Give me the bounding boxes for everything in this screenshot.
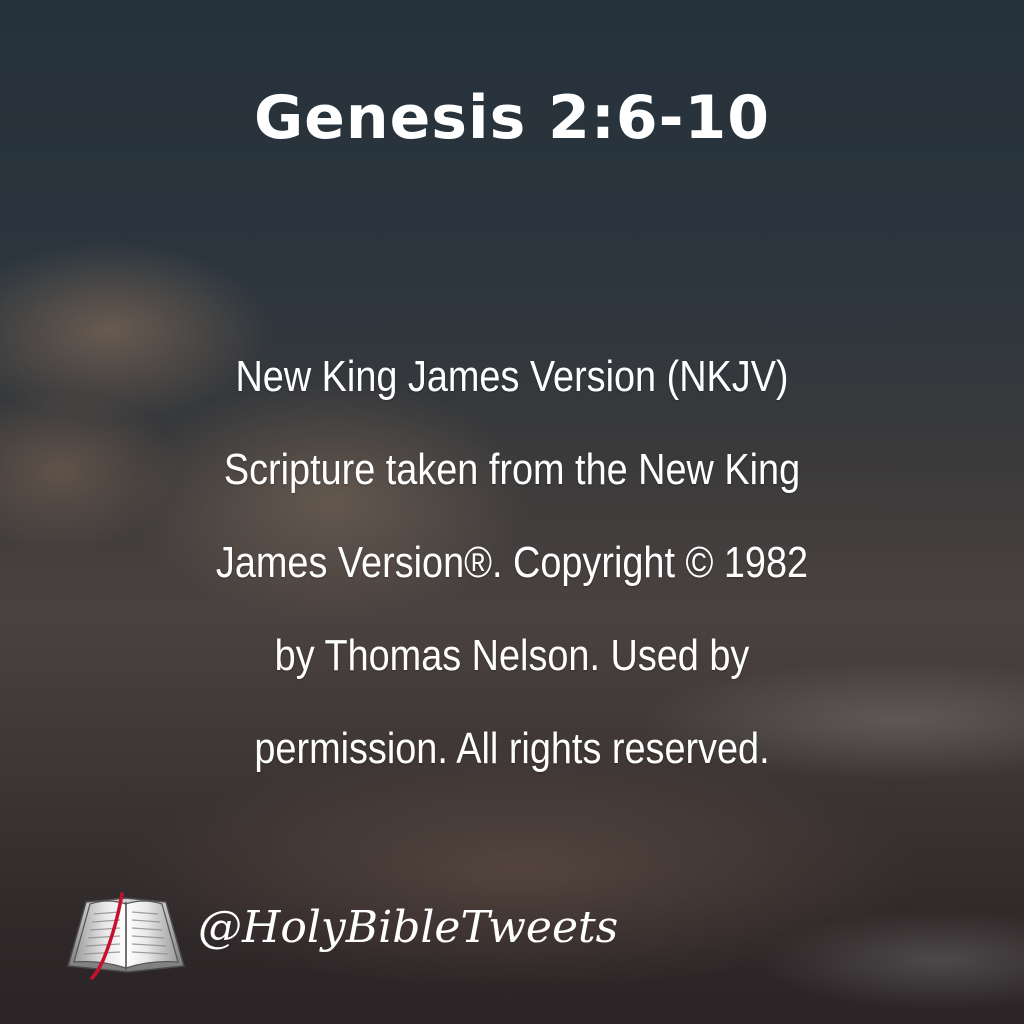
notice-line: permission. All rights reserved. <box>254 724 770 773</box>
open-bible-icon <box>67 892 185 980</box>
notice-line: Scripture taken from the New King <box>223 445 801 494</box>
copyright-notice: New King James Version (NKJV) Scripture … <box>168 330 856 795</box>
notice-line: by Thomas Nelson. Used by <box>274 631 750 680</box>
footer-branding: @HolyBibleTweets <box>64 888 684 980</box>
notice-line: James Version®. Copyright © 1982 <box>215 538 809 587</box>
twitter-handle: @HolyBibleTweets <box>198 902 619 953</box>
notice-line: New King James Version (NKJV) <box>235 352 789 401</box>
verse-reference-title: Genesis 2:6-10 <box>253 83 771 153</box>
